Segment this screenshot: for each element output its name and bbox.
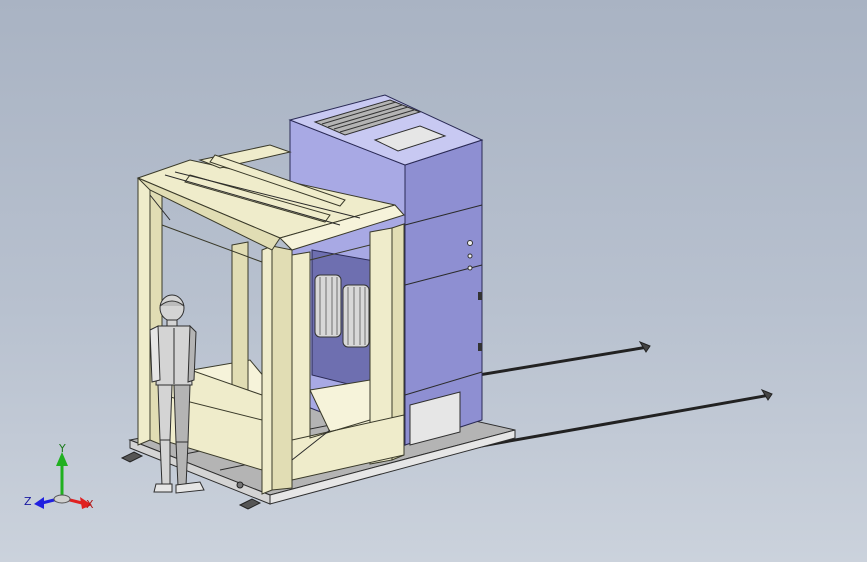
cad-viewport[interactable]: Y X Z	[0, 0, 867, 562]
y-axis-label: Y	[58, 442, 66, 455]
coordinate-triad: Y X Z	[24, 442, 94, 511]
x-axis-label: X	[86, 498, 94, 511]
z-axis-label: Z	[24, 495, 32, 508]
cad-scene[interactable]: Y X Z	[0, 0, 867, 562]
